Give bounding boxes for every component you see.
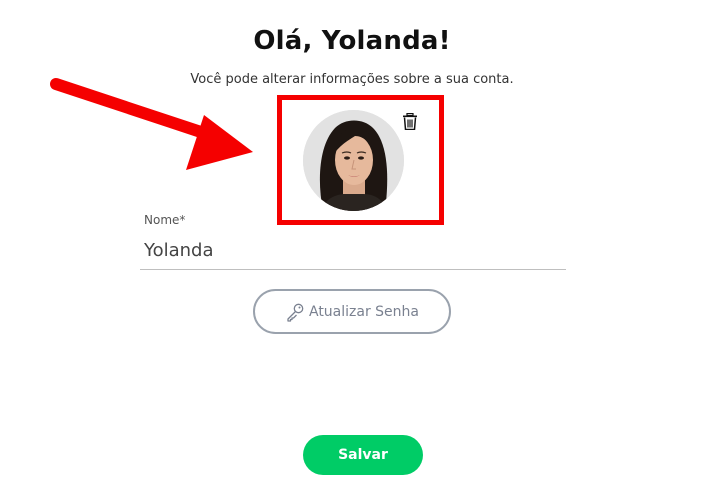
key-icon bbox=[285, 302, 305, 322]
name-field[interactable] bbox=[140, 232, 566, 270]
profile-avatar[interactable] bbox=[303, 110, 404, 211]
update-password-button[interactable]: Atualizar Senha bbox=[253, 289, 451, 334]
account-settings-page: Olá, Yolanda! Você pode alterar informaç… bbox=[0, 0, 704, 489]
page-title: Olá, Yolanda! bbox=[253, 26, 451, 56]
save-button[interactable]: Salvar bbox=[303, 435, 423, 475]
name-field-label: Nome* bbox=[144, 213, 186, 227]
user-photo bbox=[303, 110, 404, 211]
trash-icon[interactable] bbox=[402, 112, 418, 131]
update-password-label: Atualizar Senha bbox=[308, 303, 419, 320]
page-subtitle: Você pode alterar informações sobre a su… bbox=[190, 72, 514, 87]
